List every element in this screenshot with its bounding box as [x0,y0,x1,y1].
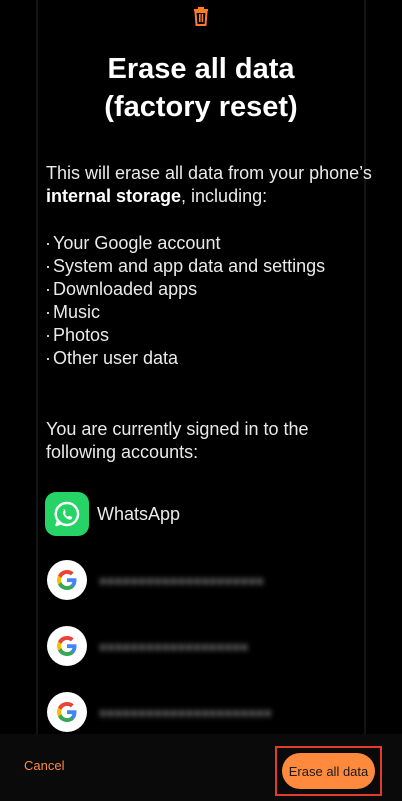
erase-all-data-button[interactable]: Erase all data [282,753,375,789]
google-icon [47,692,87,732]
description-text-end: , including: [181,186,268,206]
bottom-action-bar: Cancel Erase all data [0,734,402,801]
description-bold: internal storage [46,186,182,206]
title-line-2: (factory reset) [104,91,298,123]
list-item: · Your Google account [45,233,221,253]
reset-info-panel[interactable]: Erase all data (factory reset) This will… [0,0,402,734]
description-text: This will erase all data from your phone… [46,163,372,183]
account-email-blurred: ●●●●●●●●●●●●●●●●●●●●● [99,572,264,588]
list-item: · System and app data and settings [45,256,326,276]
erase-button-highlight: Erase all data [275,746,382,796]
list-item: · Downloaded apps [45,279,198,299]
page-title: Erase all data (factory reset) [0,50,402,126]
whatsapp-icon [45,492,89,536]
account-row-google: ●●●●●●●●●●●●●●●●●●● [45,624,365,668]
google-icon [47,560,87,600]
account-row-google: ●●●●●●●●●●●●●●●●●●●●● [45,558,365,602]
list-item: · Photos [45,325,110,345]
cancel-button[interactable]: Cancel [24,758,64,773]
account-label-whatsapp: WhatsApp [97,503,181,524]
account-email-blurred: ●●●●●●●●●●●●●●●●●●● [99,638,249,654]
trash-icon [194,7,208,26]
factory-reset-screen: Erase all data (factory reset) This will… [0,0,402,801]
list-item: · Music [45,302,101,322]
list-item: · Other user data [45,348,179,368]
signed-in-accounts-text: You are currently signed in to the follo… [46,419,309,462]
erase-description: This will erase all data from your phone… [46,162,376,208]
erase-items-list: · Your Google account · System and app dat… [44,232,374,370]
account-email-blurred: ●●●●●●●●●●●●●●●●●●●●●● [99,704,272,720]
google-icon [47,626,87,666]
account-row-whatsapp: WhatsApp [45,492,365,536]
account-row-google: ●●●●●●●●●●●●●●●●●●●●●● [45,690,365,734]
title-line-1: Erase all data [107,53,295,85]
